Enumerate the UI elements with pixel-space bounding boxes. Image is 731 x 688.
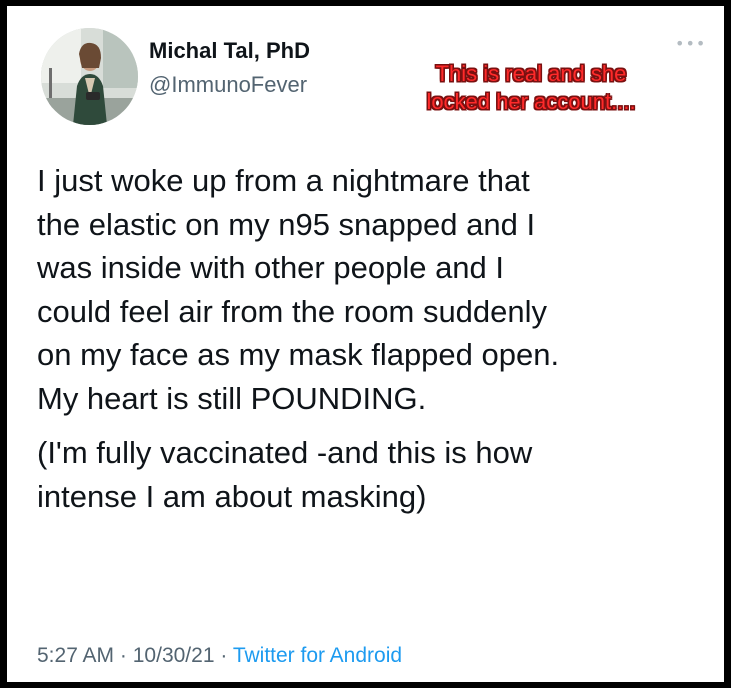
- meta-separator: ·: [119, 644, 127, 667]
- tweet-text-line: was inside with other people and I: [37, 250, 505, 285]
- tweet-text-line: on my face as my mask flapped open.: [37, 337, 560, 372]
- tweet-meta: 5:27 AM · 10/30/21 · Twitter for Android: [37, 644, 402, 668]
- tweet-text-line: could feel air from the room suddenly: [37, 293, 548, 329]
- tweet-text-line: My heart is still POUNDING.: [37, 380, 427, 416]
- tweet-text-line: the elastic on my n95 snapped and I: [37, 206, 536, 242]
- author-handle[interactable]: @ImmunoFever: [149, 72, 307, 98]
- tweet-source-link[interactable]: Twitter for Android: [233, 644, 402, 667]
- avatar-photo: [41, 28, 138, 125]
- tweet-time[interactable]: 5:27 AM: [37, 644, 114, 667]
- author-name[interactable]: Michal Tal, PhD: [149, 38, 310, 64]
- tweet-text-line: I just woke up from a nightmare that: [37, 163, 530, 198]
- more-options-icon[interactable]: •••: [675, 36, 706, 52]
- tweet-date[interactable]: 10/30/21: [133, 644, 215, 667]
- annotation-overlay: This is real and she locked her account.…: [383, 60, 679, 116]
- annotation-line: locked her account....: [426, 89, 636, 114]
- meta-separator: ·: [220, 644, 228, 667]
- tweet-text: I just woke up from a nightmare that the…: [37, 159, 707, 518]
- avatar[interactable]: [41, 28, 138, 125]
- tweet-text-line: (I'm fully vaccinated -and this is how: [37, 435, 533, 470]
- tweet-text-line: intense I am about masking): [37, 478, 427, 514]
- annotation-line: This is real and she: [435, 61, 627, 86]
- tweet-card: Michal Tal, PhD @ImmunoFever ••• This is…: [7, 6, 724, 682]
